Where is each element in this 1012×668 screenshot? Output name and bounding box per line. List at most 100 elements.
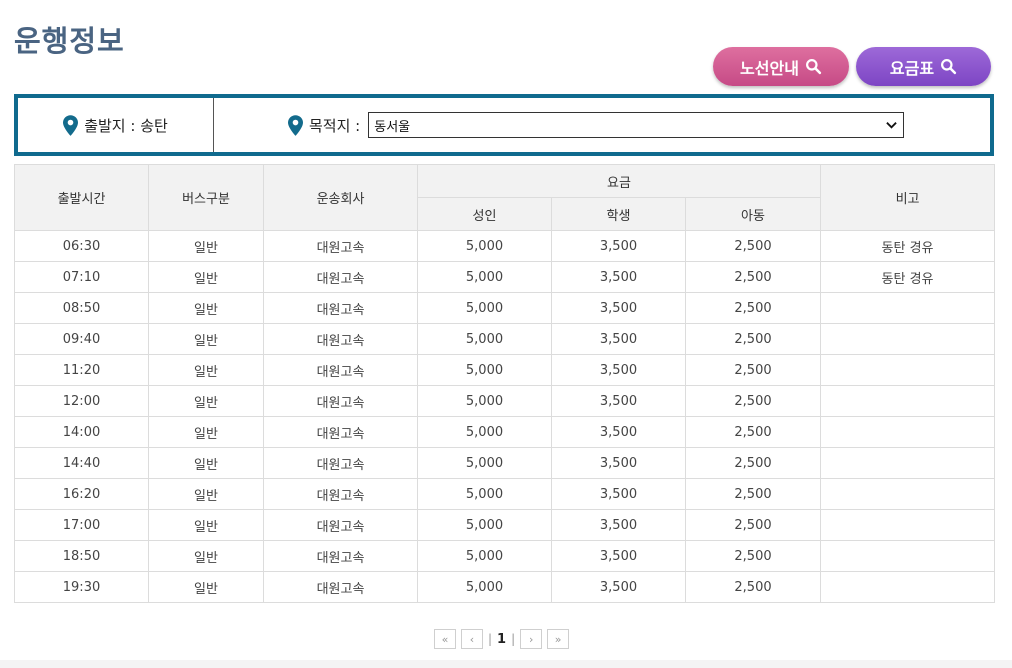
table-row: 08:50 일반 대원고속 5,000 3,500 2,500 (14, 292, 996, 324)
cell-company: 대원고속 (263, 261, 418, 293)
chevron-down-icon (886, 122, 897, 129)
table-row: 18:50 일반 대원고속 5,000 3,500 2,500 (14, 540, 996, 572)
page-title: 운행정보 (14, 24, 125, 58)
cell-time: 07:10 (14, 261, 149, 293)
cell-note (820, 447, 996, 479)
cell-child-fare: 2,500 (684, 230, 822, 262)
fare-table-button[interactable]: 요금표 (856, 47, 991, 86)
current-page[interactable]: 1 (497, 632, 506, 647)
table-row: 11:20 일반 대원고속 5,000 3,500 2,500 (14, 354, 996, 386)
cell-company: 대원고속 (263, 509, 418, 541)
cell-student-fare: 3,500 (551, 509, 686, 541)
pager-separator: | (488, 632, 493, 646)
departure-info: 출발지 : 송탄 (18, 98, 214, 152)
cell-company: 대원고속 (263, 416, 418, 448)
map-pin-icon (288, 114, 303, 136)
header-fare: 요금 (416, 164, 822, 198)
pagination: « ‹ | 1 | › » (434, 628, 570, 650)
cell-child-fare: 2,500 (684, 447, 822, 479)
cell-time: 09:40 (14, 323, 149, 355)
cell-company: 대원고속 (263, 571, 418, 603)
cell-adult-fare: 5,000 (417, 416, 552, 448)
cell-bus-type: 일반 (148, 385, 264, 417)
cell-time: 17:00 (14, 509, 149, 541)
cell-note (820, 478, 996, 510)
header-departure-time: 출발시간 (14, 164, 149, 231)
cell-adult-fare: 5,000 (417, 385, 552, 417)
cell-bus-type: 일반 (148, 261, 264, 293)
timetable: 출발시간 버스구분 운송회사 요금 비고 성인 학생 아동 06:30 일반 대원고… (14, 164, 996, 603)
cell-bus-type: 일반 (148, 478, 264, 510)
search-icon (941, 59, 957, 75)
cell-student-fare: 3,500 (551, 323, 686, 355)
cell-child-fare: 2,500 (684, 354, 822, 386)
cell-adult-fare: 5,000 (417, 478, 552, 510)
destination-select[interactable]: 동서울 (368, 112, 905, 138)
cell-adult-fare: 5,000 (417, 509, 552, 541)
cell-time: 11:20 (14, 354, 149, 386)
cell-time: 19:30 (14, 571, 149, 603)
header-child: 아동 (684, 197, 822, 231)
table-row: 19:30 일반 대원고속 5,000 3,500 2,500 (14, 571, 996, 603)
cell-company: 대원고속 (263, 540, 418, 572)
cell-note (820, 292, 996, 324)
cell-note: 동탄 경유 (820, 261, 996, 293)
cell-time: 08:50 (14, 292, 149, 324)
cell-adult-fare: 5,000 (417, 292, 552, 324)
cell-child-fare: 2,500 (684, 571, 822, 603)
fare-table-button-label: 요금표 (889, 58, 935, 78)
table-row: 12:00 일반 대원고속 5,000 3,500 2,500 (14, 385, 996, 417)
cell-student-fare: 3,500 (551, 261, 686, 293)
cell-student-fare: 3,500 (551, 230, 686, 262)
cell-note (820, 509, 996, 541)
cell-adult-fare: 5,000 (417, 571, 552, 603)
destination-select-value: 동서울 (374, 119, 411, 135)
cell-note (820, 323, 996, 355)
cell-student-fare: 3,500 (551, 354, 686, 386)
cell-adult-fare: 5,000 (417, 540, 552, 572)
cell-note (820, 540, 996, 572)
departure-label: 출발지 : 송탄 (84, 116, 168, 135)
cell-child-fare: 2,500 (684, 261, 822, 293)
cell-time: 12:00 (14, 385, 149, 417)
next-page-button[interactable]: › (520, 629, 543, 649)
table-row: 17:00 일반 대원고속 5,000 3,500 2,500 (14, 509, 996, 541)
header-adult: 성인 (417, 197, 552, 231)
cell-child-fare: 2,500 (684, 416, 822, 448)
cell-child-fare: 2,500 (684, 509, 822, 541)
cell-child-fare: 2,500 (684, 385, 822, 417)
cell-student-fare: 3,500 (551, 540, 686, 572)
table-row: 14:40 일반 대원고속 5,000 3,500 2,500 (14, 447, 996, 479)
cell-company: 대원고속 (263, 354, 418, 386)
cell-bus-type: 일반 (148, 323, 264, 355)
cell-student-fare: 3,500 (551, 416, 686, 448)
cell-child-fare: 2,500 (684, 292, 822, 324)
cell-time: 14:00 (14, 416, 149, 448)
search-icon (805, 59, 822, 75)
cell-adult-fare: 5,000 (417, 354, 552, 386)
cell-student-fare: 3,500 (551, 571, 686, 603)
cell-note (820, 385, 996, 417)
header-note: 비고 (820, 164, 996, 231)
first-page-button[interactable]: « (434, 629, 456, 649)
pager-separator: | (511, 632, 516, 646)
last-page-button[interactable]: » (547, 629, 570, 649)
prev-page-button[interactable]: ‹ (461, 629, 483, 649)
cell-company: 대원고속 (263, 323, 418, 355)
cell-company: 대원고속 (263, 292, 418, 324)
footer-divider (0, 660, 1012, 668)
cell-time: 06:30 (14, 230, 149, 262)
cell-company: 대원고속 (263, 478, 418, 510)
cell-note: 동탄 경유 (820, 230, 996, 262)
cell-bus-type: 일반 (148, 416, 264, 448)
cell-bus-type: 일반 (148, 230, 264, 262)
cell-student-fare: 3,500 (551, 385, 686, 417)
timetable-body: 06:30 일반 대원고속 5,000 3,500 2,500 동탄 경유 07:10 일반 대원… (14, 230, 996, 603)
table-row: 07:10 일반 대원고속 5,000 3,500 2,500 동탄 경유 (14, 261, 996, 293)
header-company: 운송회사 (263, 164, 418, 231)
cell-bus-type: 일반 (148, 354, 264, 386)
table-row: 16:20 일반 대원고속 5,000 3,500 2,500 (14, 478, 996, 510)
route-guide-button[interactable]: 노선안내 (713, 47, 849, 86)
cell-note (820, 354, 996, 386)
cell-adult-fare: 5,000 (417, 447, 552, 479)
